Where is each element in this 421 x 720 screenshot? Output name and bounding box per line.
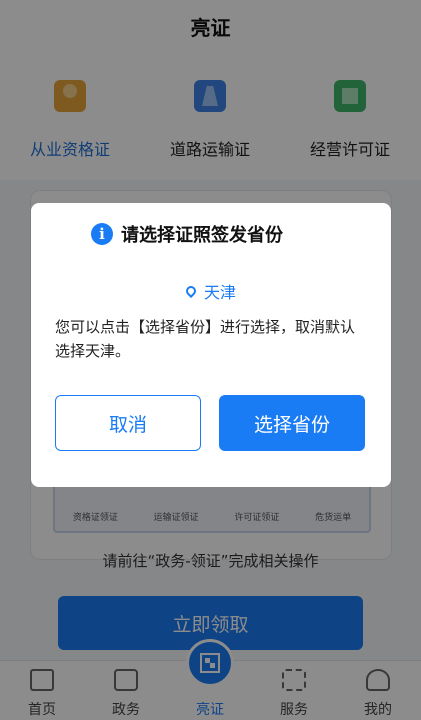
select-province-button[interactable]: 选择省份 (219, 395, 365, 451)
cancel-button[interactable]: 取消 (55, 395, 201, 451)
province-select-dialog: i 请选择证照签发省份 天津 您可以点击【选择省份】进行选择，取消默认选择天津。… (31, 203, 391, 487)
dialog-title: i 请选择证照签发省份 (91, 221, 371, 247)
info-icon: i (91, 223, 113, 245)
dialog-description: 您可以点击【选择省份】进行选择，取消默认选择天津。 (55, 318, 356, 360)
location-pin-icon (183, 283, 199, 299)
selected-location: 天津 (31, 279, 391, 303)
dialog-title-text: 请选择证照签发省份 (121, 225, 283, 246)
location-text: 天津 (203, 283, 236, 302)
